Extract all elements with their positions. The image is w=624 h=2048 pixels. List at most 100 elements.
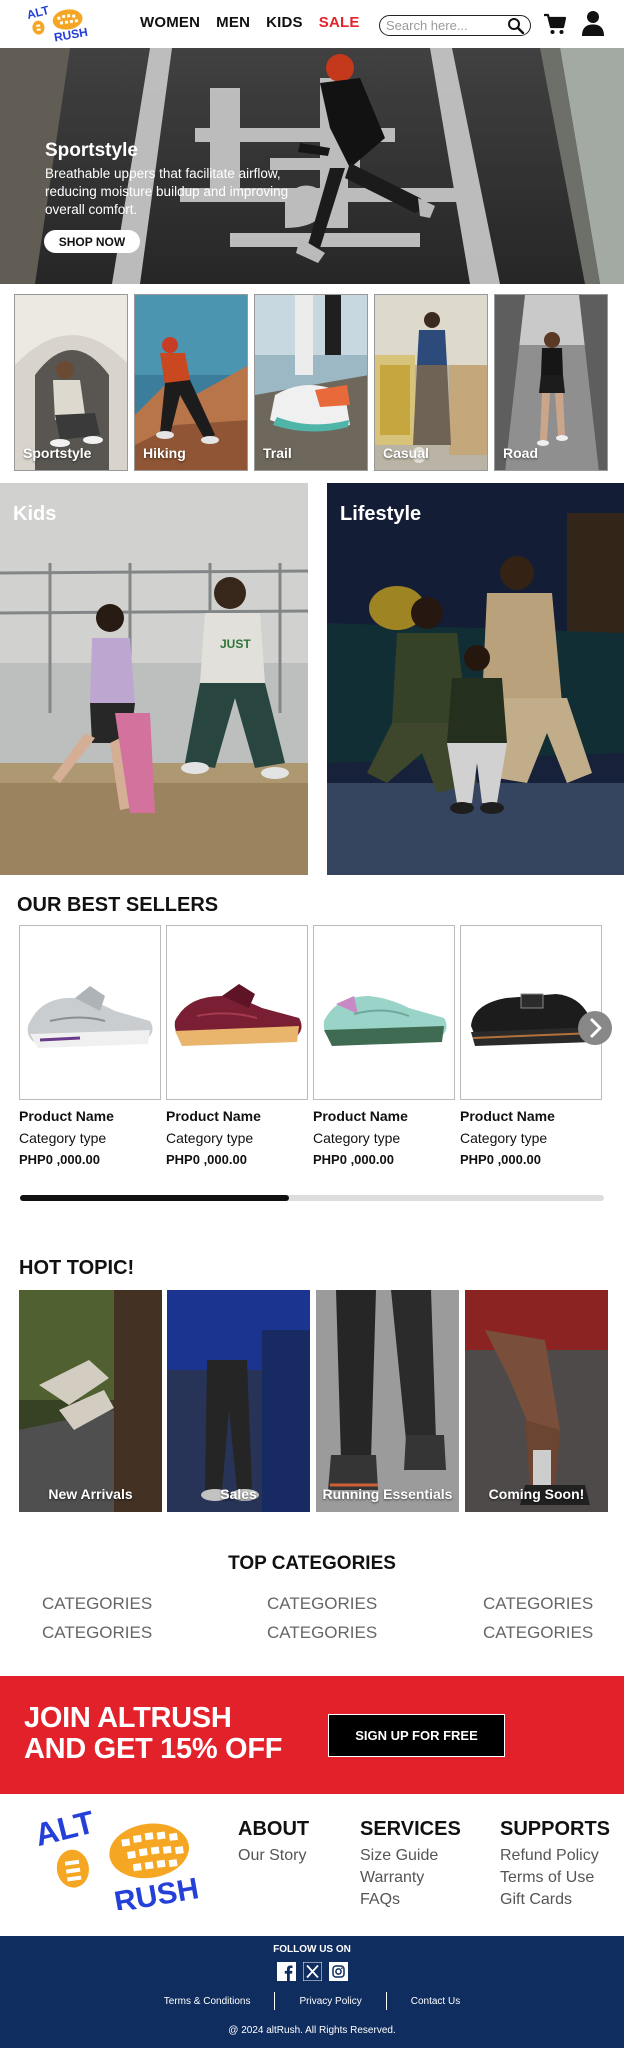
- page: ALT RUSH WOMEN MEN KIDS SALE Search here…: [0, 0, 624, 2048]
- hero-description: Breathable uppers that facilitate airflo…: [45, 166, 289, 217]
- hero-text: Sportstyle Breathable uppers that facili…: [45, 140, 305, 219]
- topic-label: New Arrivals: [48, 1486, 133, 1502]
- category-link[interactable]: CATEGORIES: [267, 1594, 377, 1614]
- privacy-link[interactable]: Privacy Policy: [299, 1996, 361, 2007]
- product-name: Product Name: [19, 1108, 114, 1124]
- kids-image: JUST: [0, 483, 308, 875]
- nav-kids[interactable]: KIDS: [266, 14, 303, 31]
- nav-women[interactable]: WOMEN: [140, 14, 200, 31]
- hero-title: Sportstyle: [45, 140, 138, 161]
- footer-link[interactable]: FAQs: [360, 1889, 461, 1911]
- category-link[interactable]: CATEGORIES: [483, 1623, 593, 1643]
- footer-link[interactable]: Size Guide: [360, 1845, 461, 1867]
- activity-card-road[interactable]: Road: [494, 294, 608, 471]
- top-categories-title: TOP CATEGORIES: [228, 1553, 396, 1574]
- hot-topic-title: HOT TOPIC!: [19, 1257, 135, 1279]
- x-icon[interactable]: [302, 1961, 323, 1982]
- activity-label: Trail: [263, 445, 292, 461]
- topic-card-coming-soon[interactable]: Coming Soon!: [465, 1290, 608, 1512]
- product-category: Category type: [166, 1130, 254, 1146]
- footer-link[interactable]: Gift Cards: [500, 1889, 610, 1911]
- shop-now-button[interactable]: SHOP NOW: [44, 230, 140, 253]
- category-link[interactable]: CATEGORIES: [42, 1594, 152, 1614]
- activity-card-casual[interactable]: Casual: [374, 294, 488, 471]
- footer-about-title: ABOUT: [238, 1818, 310, 1840]
- product-price: PHP0 ,000.00: [313, 1152, 394, 1167]
- search-bar: [379, 15, 531, 36]
- product-price: PHP0 ,000.00: [166, 1152, 247, 1167]
- footer-services-title: SERVICES: [360, 1818, 461, 1840]
- link-divider: [385, 1992, 387, 2010]
- product-card[interactable]: Product Name Category type PHP0 ,000.00: [313, 925, 455, 1167]
- product-category: Category type: [19, 1130, 107, 1146]
- activity-label: Sportstyle: [23, 445, 92, 461]
- lifestyle-label: Lifestyle: [340, 503, 422, 525]
- copyright: @ 2024 altRush. All Rights Reserved.: [228, 2025, 396, 2036]
- join-title-line2: AND GET 15% OFF: [24, 1733, 283, 1765]
- product-image[interactable]: [313, 925, 455, 1100]
- category-link[interactable]: CATEGORIES: [267, 1623, 377, 1643]
- running-essentials-image: [316, 1290, 459, 1512]
- product-card[interactable]: Product Name Category type PHP0 ,000.00: [19, 925, 161, 1167]
- product-card[interactable]: Product Name Category type PHP0 ,000.00: [166, 925, 308, 1167]
- nav-sale[interactable]: SALE: [319, 14, 360, 31]
- product-name: Product Name: [166, 1108, 261, 1124]
- follow-us-label: FOLLOW US ON: [273, 1944, 351, 1955]
- site-header: ALT RUSH WOMEN MEN KIDS SALE: [0, 0, 624, 48]
- product-name: Product Name: [313, 1108, 408, 1124]
- coming-soon-image: [465, 1290, 608, 1512]
- topic-card-new-arrivals[interactable]: New Arrivals: [19, 1290, 162, 1512]
- join-banner: JOIN ALTRUSH AND GET 15% OFF SIGN UP FOR…: [0, 1676, 624, 1794]
- bottom-footer: FOLLOW US ON Terms & Conditions Privacy …: [0, 1936, 624, 2048]
- product-price: PHP0 ,000.00: [460, 1152, 541, 1167]
- topic-label: Coming Soon!: [488, 1486, 585, 1502]
- altrush-logo[interactable]: ALT RUSH: [24, 4, 90, 42]
- chevron-right-icon: [590, 1018, 602, 1038]
- logo-text-top: ALT: [25, 4, 51, 22]
- topic-label: Sales: [220, 1486, 257, 1502]
- footer-supports: SUPPORTS Refund Policy Terms of Use Gift…: [500, 1818, 610, 1911]
- product-category: Category type: [313, 1130, 401, 1146]
- kids-label: Kids: [13, 503, 57, 525]
- activity-card-sportstyle[interactable]: Sportstyle: [14, 294, 128, 471]
- product-price: PHP0 ,000.00: [19, 1152, 100, 1167]
- topic-card-running-essentials[interactable]: Running Essentials: [316, 1290, 459, 1512]
- user-icon[interactable]: [581, 10, 605, 37]
- carousel-progress[interactable]: [20, 1195, 604, 1201]
- new-arrivals-image: [19, 1290, 162, 1512]
- footer-about: ABOUT Our Story: [238, 1818, 309, 1867]
- main-nav: WOMEN MEN KIDS SALE: [140, 14, 376, 31]
- category-link[interactable]: CATEGORIES: [42, 1623, 152, 1643]
- search-input[interactable]: [386, 17, 504, 34]
- altrush-logo-large[interactable]: ALT RUSH: [32, 1808, 208, 1910]
- search-icon[interactable]: [507, 17, 525, 34]
- sign-up-button[interactable]: SIGN UP FOR FREE: [328, 1714, 505, 1757]
- nav-men[interactable]: MEN: [216, 14, 250, 31]
- product-image[interactable]: [19, 925, 161, 1100]
- footer-supports-title: SUPPORTS: [500, 1818, 611, 1840]
- footer-link[interactable]: Terms of Use: [500, 1867, 610, 1889]
- contact-link[interactable]: Contact Us: [411, 1996, 460, 2007]
- activity-card-trail[interactable]: Trail: [254, 294, 368, 471]
- cart-icon[interactable]: [543, 12, 567, 36]
- category-link[interactable]: CATEGORIES: [483, 1594, 593, 1614]
- footer-link[interactable]: Our Story: [238, 1845, 309, 1867]
- activity-cards: Sportstyle Hiking Trail Casual Road: [14, 294, 610, 472]
- activity-card-hiking[interactable]: Hiking: [134, 294, 248, 471]
- shoe-image: [174, 984, 302, 1046]
- product-image[interactable]: [166, 925, 308, 1100]
- join-title: JOIN ALTRUSH AND GET 15% OFF: [24, 1703, 282, 1765]
- topic-card-sales[interactable]: Sales: [167, 1290, 310, 1512]
- shoe-image: [27, 986, 153, 1048]
- footer-link[interactable]: Refund Policy: [500, 1845, 610, 1867]
- facebook-icon[interactable]: [277, 1962, 296, 1981]
- instagram-icon[interactable]: [329, 1962, 348, 1981]
- product-card[interactable]: Product Name Category type PHP0 ,000.00: [460, 925, 602, 1167]
- kids-feature[interactable]: JUST Kids: [0, 483, 308, 875]
- footer-link[interactable]: Warranty: [360, 1867, 461, 1889]
- terms-link[interactable]: Terms & Conditions: [164, 1996, 251, 2007]
- carousel-next-button[interactable]: [578, 1011, 612, 1045]
- activity-label: Road: [503, 445, 538, 461]
- logo-large-text-top: ALT: [32, 1808, 98, 1853]
- lifestyle-feature[interactable]: Lifestyle: [327, 483, 624, 875]
